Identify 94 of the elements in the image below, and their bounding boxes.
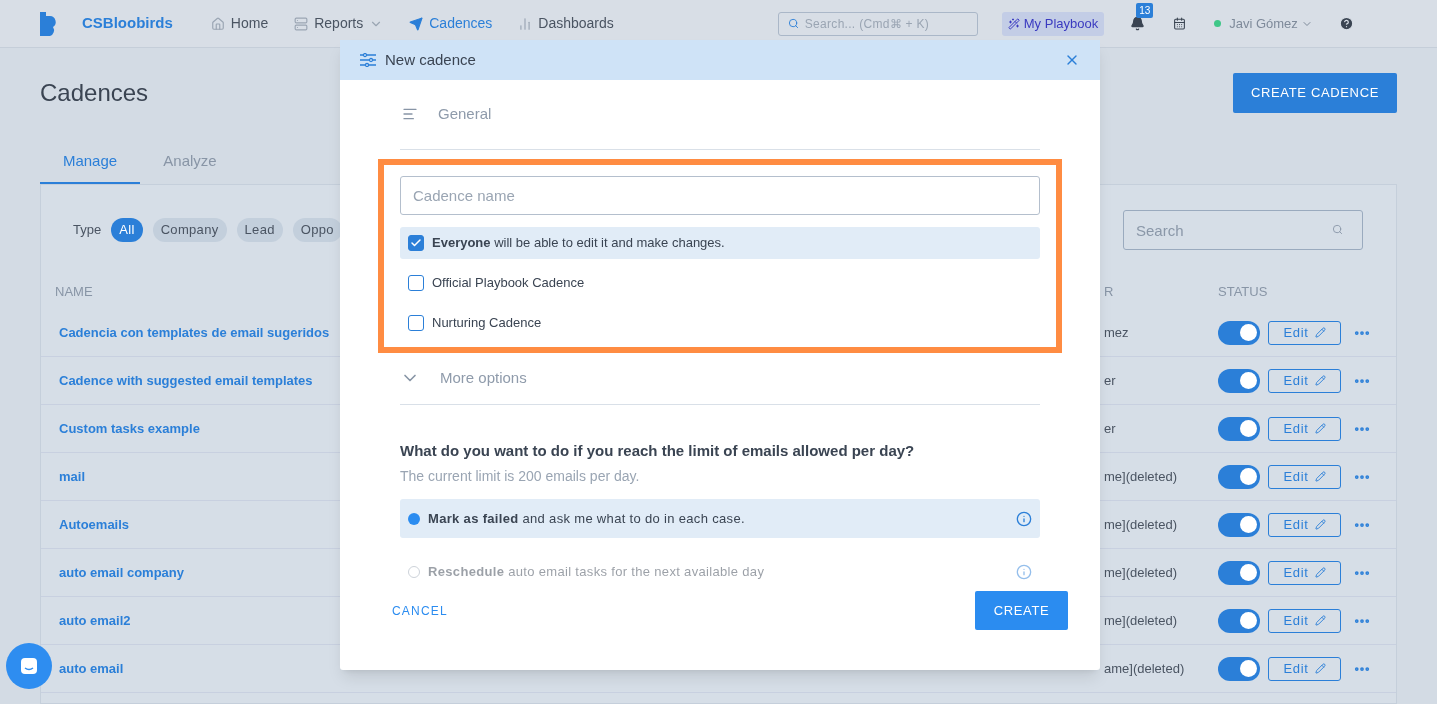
dialog-title: New cadence [385, 49, 476, 70]
sliders-icon [360, 52, 376, 67]
column-header: STATUS [1218, 283, 1268, 302]
column-header: NAME [55, 284, 93, 300]
edit-button[interactable]: Edit [1268, 656, 1341, 681]
nav-link[interactable]: Reports [294, 13, 384, 34]
nav-link[interactable]: Home [210, 13, 269, 34]
page-title: Cadences [40, 78, 149, 108]
radio-button[interactable] [408, 512, 420, 525]
playbook-button[interactable]: My Playbook [1001, 11, 1105, 36]
hint-text: The current limit is 200 emails per day. [400, 467, 641, 486]
checkbox-label: Everyone will be able to edit it and make changes. [432, 233, 725, 252]
filter-chip[interactable]: Lead [236, 218, 283, 242]
owner-cell: me](deleted) [1104, 564, 1177, 580]
checkbox[interactable] [408, 314, 424, 331]
owner-cell: mez [1104, 324, 1129, 340]
chat-button[interactable] [6, 643, 52, 689]
status-toggle[interactable] [1218, 608, 1260, 633]
nav-link[interactable]: Cadences [409, 13, 493, 34]
filter-chip[interactable]: Company [152, 218, 227, 242]
radio-label: Reschedule auto email tasks for the next available day [428, 562, 765, 581]
pencil-icon [1314, 327, 1326, 338]
pencil-icon [1314, 471, 1326, 482]
status-toggle[interactable] [1218, 320, 1260, 345]
status-toggle[interactable] [1218, 416, 1260, 441]
wand-icon [1007, 17, 1020, 30]
cadence-name-link[interactable]: Cadence with suggested email templates [59, 372, 313, 388]
help-icon[interactable] [1338, 16, 1354, 31]
tab[interactable]: Analyze [140, 140, 240, 184]
send-icon [409, 16, 424, 31]
user-menu[interactable]: Javi Gómez [1229, 13, 1313, 34]
brand-name: CSBloobirds [82, 13, 173, 34]
create-cadence-button[interactable]: CREATE CADENCE [1233, 73, 1397, 113]
edit-button[interactable]: Edit [1268, 416, 1341, 441]
checkbox-label: Nurturing Cadence [432, 313, 542, 332]
cadence-name-link[interactable]: auto email2 [59, 612, 131, 628]
search-icon [787, 18, 799, 29]
pencil-icon [1314, 567, 1326, 578]
edit-button[interactable]: Edit [1268, 608, 1341, 633]
home-icon [210, 16, 225, 31]
pencil-icon [1314, 615, 1326, 626]
pencil-icon [1314, 375, 1326, 386]
cadence-name-link[interactable]: auto email [59, 660, 124, 676]
cadence-name-link[interactable]: Custom tasks example [59, 420, 200, 436]
filter-chip[interactable]: All [111, 218, 143, 242]
cadence-name-field[interactable]: Cadence name [400, 175, 1040, 215]
owner-cell: er [1104, 420, 1116, 436]
radio-label: Mark as failed and ask me what to do in each case. [428, 509, 745, 528]
section-title: General [438, 103, 492, 124]
edit-button[interactable]: Edit [1268, 512, 1341, 537]
status-toggle[interactable] [1218, 512, 1260, 537]
status-toggle[interactable] [1218, 464, 1260, 489]
edit-button[interactable]: Edit [1268, 560, 1341, 585]
edit-button[interactable]: Edit [1268, 320, 1341, 345]
cadence-name-link[interactable]: Autoemails [59, 516, 130, 532]
more-options-toggle[interactable]: More options [400, 352, 1040, 405]
pencil-icon [1314, 423, 1326, 434]
search-icon [1332, 224, 1343, 235]
filter-label: Type [73, 221, 102, 240]
checkbox[interactable] [408, 234, 424, 251]
owner-cell: me](deleted) [1104, 516, 1177, 532]
pencil-icon [1314, 663, 1326, 674]
chat-icon [19, 656, 39, 676]
status-toggle[interactable] [1218, 368, 1260, 393]
cancel-button[interactable]: CANCEL [392, 601, 448, 620]
owner-cell: er [1104, 372, 1116, 388]
column-header: R [1104, 284, 1114, 300]
owner-cell: me](deleted) [1104, 612, 1177, 628]
pencil-icon [1314, 519, 1326, 530]
status-toggle[interactable] [1218, 560, 1260, 585]
table-search-field[interactable]: Search [1123, 210, 1363, 250]
checkbox[interactable] [408, 274, 424, 291]
create-button[interactable]: CREATE [975, 591, 1068, 630]
question-text: What do you want to do if you reach the limit of emails allowed per day? [400, 440, 916, 461]
text-lines-icon [402, 106, 418, 122]
bell-icon[interactable] [1130, 16, 1146, 31]
cadence-name-link[interactable]: auto email company [59, 564, 184, 580]
cadence-name-link[interactable]: Cadencia con templates de email sugeridos [59, 324, 330, 340]
edit-button[interactable]: Edit [1268, 368, 1341, 393]
owner-cell: ame](deleted) [1104, 660, 1185, 676]
chart-icon [518, 16, 533, 31]
notification-badge: 13 [1136, 3, 1154, 18]
edit-button[interactable]: Edit [1268, 464, 1341, 489]
search-field[interactable]: Search... (Cmd⌘ + K) [777, 12, 978, 36]
filter-chip[interactable]: Oppo [292, 218, 342, 242]
info-icon[interactable] [1016, 510, 1032, 527]
status-toggle[interactable] [1218, 656, 1260, 681]
cadence-name-link[interactable]: mail [59, 468, 85, 484]
nav-link[interactable]: Dashboards [518, 13, 614, 34]
owner-cell: me](deleted) [1104, 468, 1177, 484]
check-icon [410, 236, 422, 249]
calendar-icon[interactable] [1173, 17, 1187, 30]
checkbox-label: Official Playbook Cadence [432, 273, 585, 292]
list-icon [294, 16, 309, 31]
